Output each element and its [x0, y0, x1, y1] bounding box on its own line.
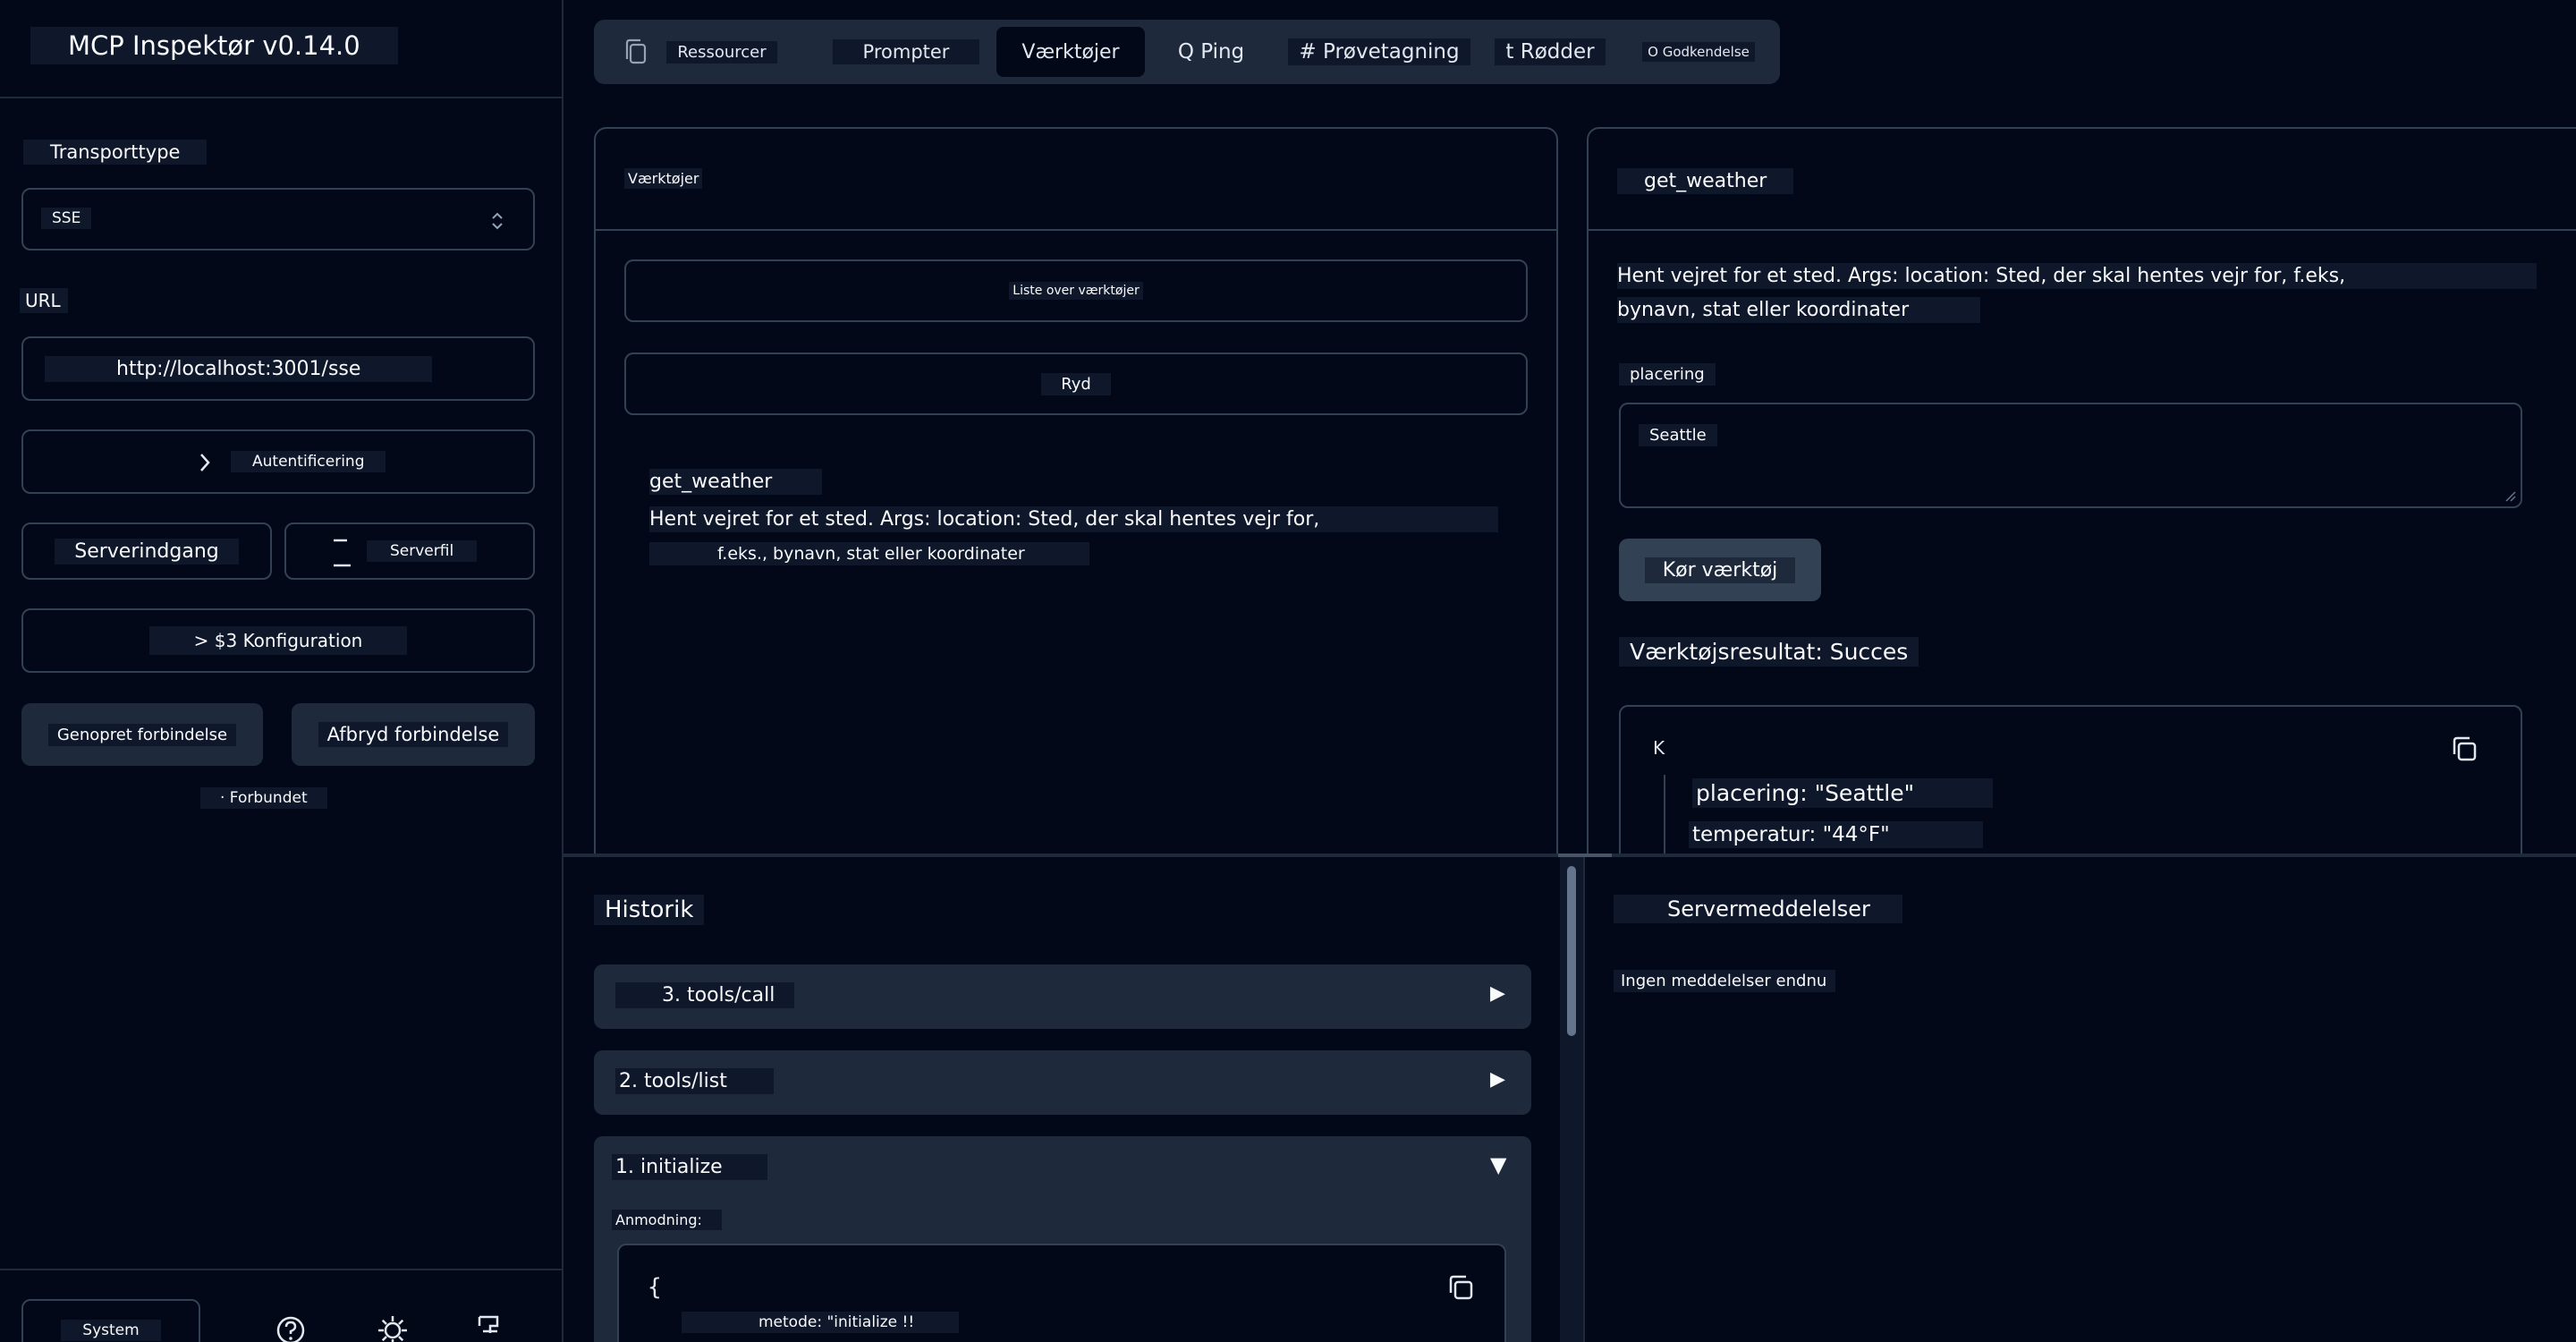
authentication-button[interactable]: Autentificering [21, 429, 535, 494]
param-location-label: placering [1619, 363, 1716, 386]
run-tool-button[interactable]: Kør værktøj [1619, 539, 1821, 601]
tab-resources[interactable]: Ressourcer [655, 27, 789, 77]
disconnect-button[interactable]: Afbryd forbindelse [292, 703, 535, 766]
tool-item-description: Hent vejret for et sted. Args: location:… [649, 506, 1499, 532]
chevron-right-icon [200, 454, 210, 471]
url-label: URL [20, 288, 68, 313]
url-input-value: http://localhost:3001/sse [45, 356, 433, 382]
server-entry-label: Serverindgang [55, 538, 239, 565]
tab-ping[interactable]: Q Ping [1157, 27, 1265, 77]
tab-bar: Ressourcer Prompter Værktøjer Q Ping # P… [594, 20, 1780, 84]
tab-tools[interactable]: Værktøjer [996, 27, 1145, 77]
history-title: Historik [594, 895, 705, 925]
tool-item-name: get_weather [649, 469, 823, 495]
gear-icon[interactable] [376, 1313, 410, 1342]
history-scrollbar-thumb[interactable] [1567, 866, 1576, 1036]
reconnect-button[interactable]: Genopret forbindelse [21, 703, 263, 766]
connection-status: · Forbundet [200, 787, 327, 809]
notifications-title: Servermeddelelser [1614, 895, 1902, 923]
notifications-empty-text: Ingen meddelelser endnu [1614, 970, 1836, 992]
transport-select[interactable]: SSE [21, 188, 535, 251]
tool-result-label: Værktøjsresultat: Succes [1619, 637, 1919, 667]
tool-detail-divider [1589, 229, 2576, 231]
sidebar: MCP Inspektør v0.14.0 Transporttype SSE … [0, 0, 564, 1342]
result-line: temperatur: "44°F" [1689, 821, 1983, 848]
notifications-panel [1583, 857, 2576, 1342]
history-item-label: 3. tools/call [615, 982, 795, 1008]
tool-detail-description-cont: bynavn, stat eller koordinater [1617, 297, 1981, 323]
tools-panel: Værktøjer Liste over værktøjer Ryd get_w… [594, 127, 1558, 879]
clear-tools-label: Ryd [1041, 372, 1111, 395]
configuration-label: > $3 Konfiguration [148, 626, 408, 655]
theme-select[interactable]: System [21, 1299, 200, 1342]
chevron-up-down-icon [492, 212, 503, 230]
copy-result-icon[interactable] [2449, 734, 2479, 764]
tab-authorization[interactable]: O Godkendelse [1631, 27, 1766, 77]
tools-panel-divider [596, 229, 1556, 231]
request-code-box: { metode: "initialize !! [617, 1244, 1506, 1342]
param-location-value: Seattle [1639, 424, 1717, 446]
param-location-input[interactable]: Seattle [1619, 403, 2522, 508]
copy-icon [625, 38, 647, 64]
url-input[interactable]: http://localhost:3001/sse [21, 336, 535, 401]
tool-detail-panel: get_weather Hent vejret for et sted. Arg… [1587, 127, 2576, 879]
clear-tools-button[interactable]: Ryd [624, 352, 1528, 415]
list-tools-button[interactable]: Liste over værktøjer [624, 259, 1528, 322]
transport-select-value: SSE [41, 208, 92, 229]
history-item-expanded[interactable]: 1. initialize ▼ Anmodning: { metode: "in… [594, 1136, 1531, 1342]
reconnect-label: Genopret forbindelse [47, 723, 237, 746]
request-code-line: metode: "initialize !! [682, 1312, 960, 1333]
tool-result-box: K placering: "Seattle" temperatur: "44°F… [1619, 705, 2522, 877]
tools-panel-title: Værktøjer [624, 168, 703, 189]
history-scrollbar[interactable] [1560, 857, 1583, 1342]
disconnect-label: Afbryd forbindelse [318, 722, 509, 747]
copy-request-icon[interactable] [1445, 1272, 1476, 1303]
history-item-label: 2. tools/list [615, 1068, 774, 1094]
app-title: MCP Inspektør v0.14.0 [30, 27, 398, 64]
theme-select-value: System [61, 1320, 161, 1341]
list-tools-label: Liste over værktøjer [1009, 282, 1143, 300]
server-file-button[interactable]: Serverfil [284, 522, 535, 580]
collapse-arrow-icon: ▼ [1490, 1152, 1507, 1177]
request-json-open: { [648, 1274, 662, 1301]
github-icon[interactable] [474, 1313, 506, 1342]
server-entry-button[interactable]: Serverindgang [21, 522, 272, 580]
history-item-label: 1. initialize [612, 1154, 767, 1180]
transport-type-label: Transporttype [23, 140, 208, 165]
tool-detail-description: Hent vejret for et sted. Args: location:… [1617, 263, 2538, 289]
run-tool-label: Kør værktøj [1644, 556, 1796, 583]
tool-detail-title: get_weather [1617, 168, 1794, 194]
tab-prompts[interactable]: Prompter [832, 27, 980, 77]
configuration-button[interactable]: > $3 Konfiguration [21, 608, 535, 673]
tool-list-item[interactable]: get_weather Hent vejret for et sted. Arg… [649, 469, 1508, 576]
tab-roots[interactable]: t Rødder [1483, 27, 1617, 77]
sidebar-header: MCP Inspektør v0.14.0 [0, 0, 562, 98]
history-item[interactable]: 3. tools/call ▶ [594, 964, 1531, 1029]
expand-arrow-icon: ▶ [1490, 982, 1505, 1005]
sidebar-footer-divider [0, 1269, 562, 1270]
tool-item-description-cont: f.eks., bynavn, stat eller koordinater [649, 542, 1089, 565]
server-file-label: Serverfil [367, 540, 478, 562]
request-label: Anmodning: [612, 1210, 722, 1230]
tab-sampling[interactable]: # Prøvetagning [1288, 27, 1470, 77]
authentication-label: Autentificering [231, 451, 386, 472]
result-line: placering: "Seattle" [1692, 778, 1994, 808]
result-json-open: K [1653, 737, 1665, 759]
file-icon [334, 539, 351, 567]
expand-arrow-icon: ▶ [1490, 1068, 1505, 1091]
resize-handle-icon[interactable] [2504, 490, 2517, 503]
help-icon[interactable] [275, 1315, 306, 1342]
history-item[interactable]: 2. tools/list ▶ [594, 1050, 1531, 1115]
